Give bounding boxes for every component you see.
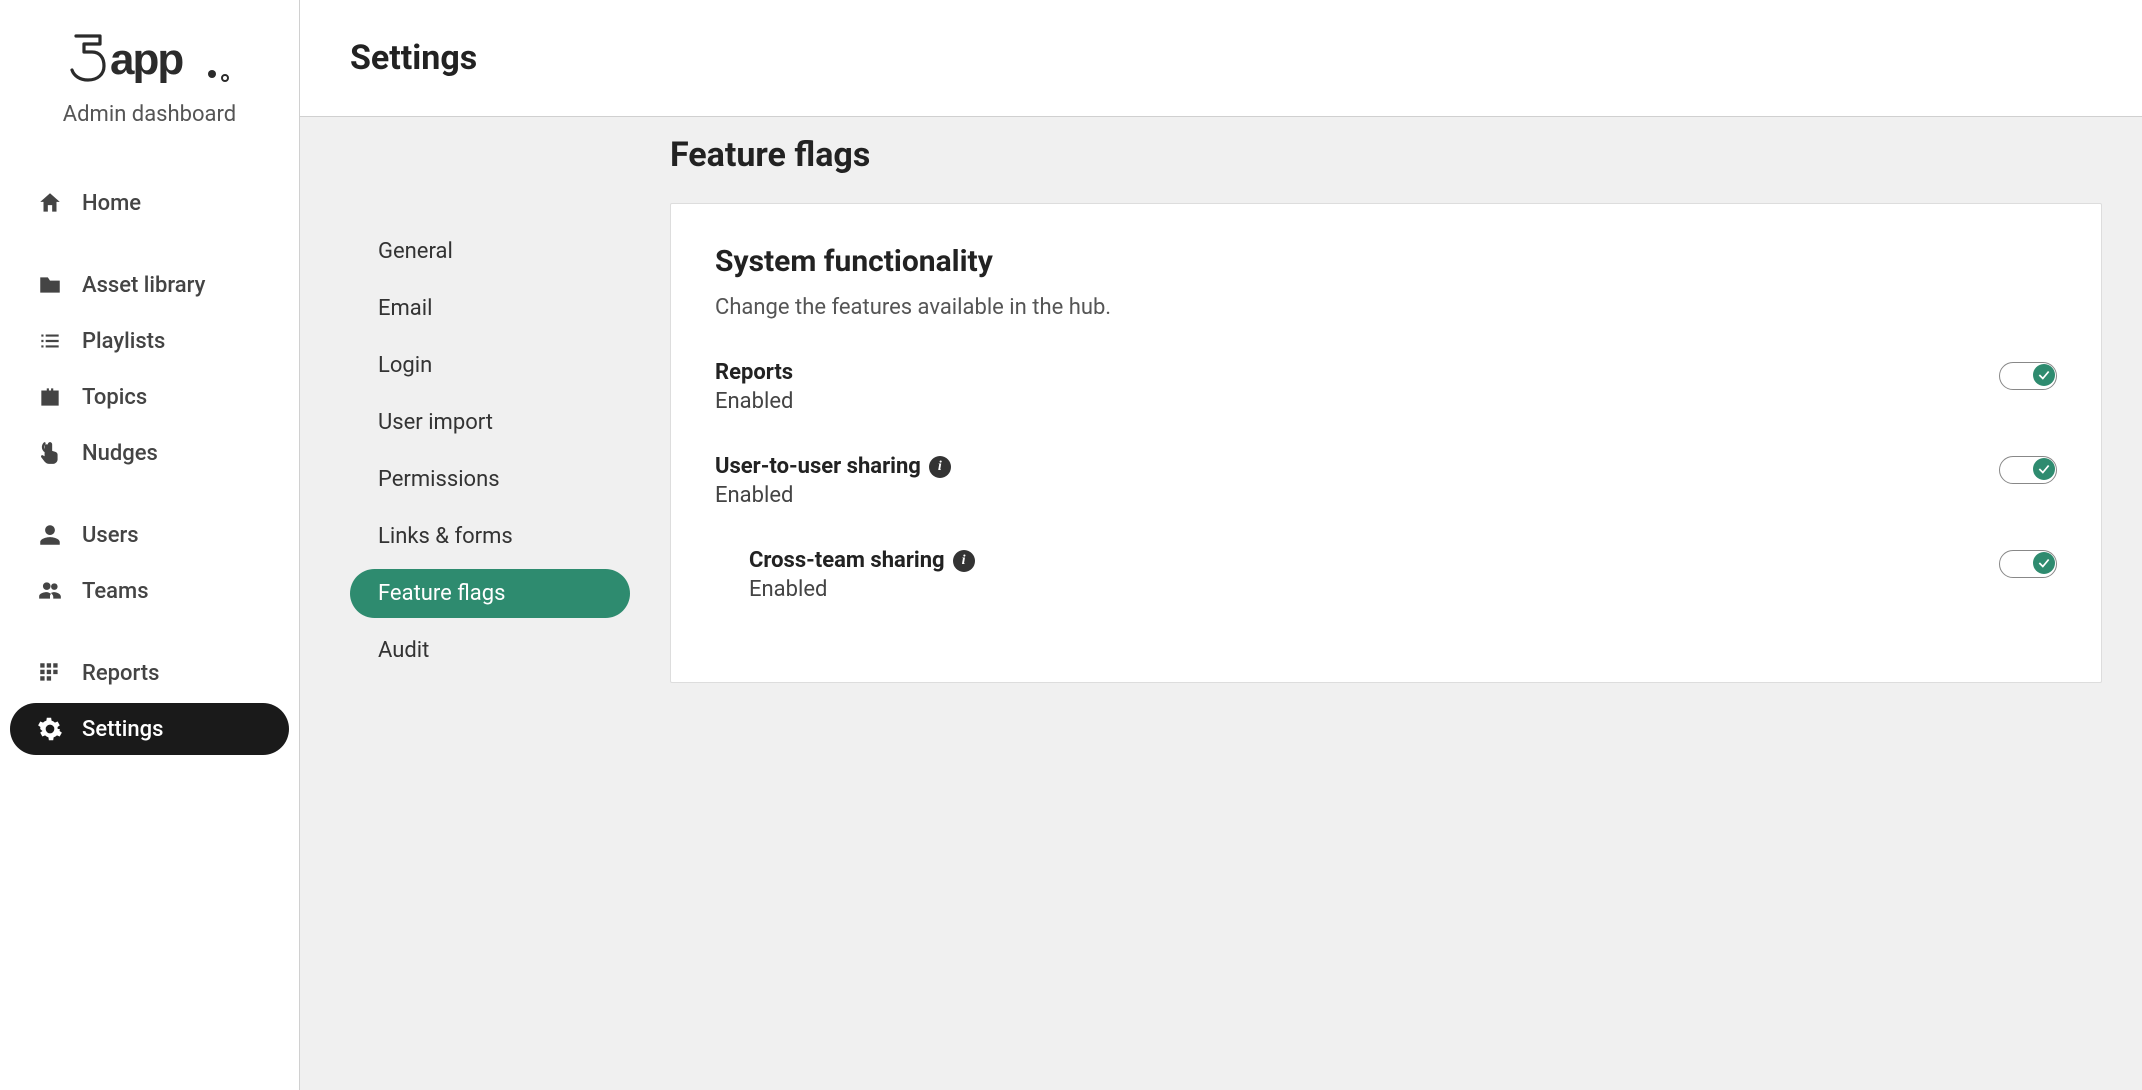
- feature-row-cross-team-sharing: Cross-team sharing i Enabled: [715, 548, 2057, 602]
- sidebar-item-label: Teams: [82, 579, 149, 604]
- feature-status: Enabled: [749, 577, 1979, 602]
- sidebar: app Admin dashboard Home Asset library: [0, 0, 300, 1090]
- check-icon: [2033, 458, 2055, 480]
- toggle-reports[interactable]: [1999, 362, 2057, 390]
- toggle-user-sharing[interactable]: [1999, 456, 2057, 484]
- brand-logo: app: [70, 30, 230, 96]
- pointer-icon: [36, 439, 64, 467]
- list-icon: [36, 327, 64, 355]
- subnav-item-user-import[interactable]: User import: [350, 398, 630, 447]
- section-description: Change the features available in the hub…: [715, 295, 2057, 320]
- feature-status: Enabled: [715, 483, 1979, 508]
- check-icon: [2033, 552, 2055, 574]
- admin-subtitle: Admin dashboard: [30, 102, 269, 127]
- detail-column: Feature flags System functionality Chang…: [670, 117, 2142, 1090]
- feature-info: User-to-user sharing i Enabled: [715, 454, 1979, 508]
- home-icon: [36, 189, 64, 217]
- logo-svg: app: [70, 30, 230, 84]
- info-icon[interactable]: i: [929, 456, 951, 478]
- check-icon: [2033, 364, 2055, 386]
- gear-icon: [36, 715, 64, 743]
- briefcase-icon: [36, 383, 64, 411]
- subnav-item-links-forms[interactable]: Links & forms: [350, 512, 630, 561]
- feature-label: Reports: [715, 360, 1979, 385]
- topbar: Settings: [300, 0, 2142, 117]
- subnav-item-permissions[interactable]: Permissions: [350, 455, 630, 504]
- sidebar-item-label: Topics: [82, 385, 147, 410]
- sidebar-item-label: Nudges: [82, 441, 158, 466]
- feature-label: Cross-team sharing i: [749, 548, 1979, 573]
- subnav-item-label: Permissions: [378, 467, 500, 492]
- feature-row-user-sharing: User-to-user sharing i Enabled: [715, 454, 2057, 508]
- sidebar-item-asset-library[interactable]: Asset library: [10, 259, 289, 311]
- sidebar-item-settings[interactable]: Settings: [10, 703, 289, 755]
- sidebar-item-home[interactable]: Home: [10, 177, 289, 229]
- sidebar-item-label: Settings: [82, 717, 163, 742]
- system-functionality-card: System functionality Change the features…: [670, 203, 2102, 683]
- feature-info: Reports Enabled: [715, 360, 1979, 414]
- subnav-item-label: Email: [378, 296, 432, 321]
- feature-info: Cross-team sharing i Enabled: [749, 548, 1979, 602]
- subnav-item-label: General: [378, 239, 453, 264]
- subnav-item-label: User import: [378, 410, 493, 435]
- feature-status: Enabled: [715, 389, 1979, 414]
- subnav-item-audit[interactable]: Audit: [350, 626, 630, 675]
- main-content: Settings General Email Login User import…: [300, 0, 2142, 1090]
- subnav-item-label: Feature flags: [378, 581, 505, 606]
- page-title: Settings: [350, 38, 2092, 78]
- user-icon: [36, 521, 64, 549]
- subnav-item-label: Links & forms: [378, 524, 513, 549]
- settings-subnav: General Email Login User import Permissi…: [350, 227, 630, 675]
- settings-subnav-column: General Email Login User import Permissi…: [300, 117, 670, 1090]
- grid-icon: [36, 659, 64, 687]
- sidebar-item-playlists[interactable]: Playlists: [10, 315, 289, 367]
- feature-label: User-to-user sharing i: [715, 454, 1979, 479]
- info-icon[interactable]: i: [953, 550, 975, 572]
- subnav-item-general[interactable]: General: [350, 227, 630, 276]
- users-icon: [36, 577, 64, 605]
- sidebar-item-label: Playlists: [82, 329, 165, 354]
- logo-area: app Admin dashboard: [0, 30, 299, 157]
- sidebar-item-teams[interactable]: Teams: [10, 565, 289, 617]
- section-title: System functionality: [715, 244, 2057, 279]
- subnav-item-feature-flags[interactable]: Feature flags: [350, 569, 630, 618]
- sidebar-item-reports[interactable]: Reports: [10, 647, 289, 699]
- sidebar-item-nudges[interactable]: Nudges: [10, 427, 289, 479]
- sidebar-item-topics[interactable]: Topics: [10, 371, 289, 423]
- subnav-item-login[interactable]: Login: [350, 341, 630, 390]
- subnav-item-email[interactable]: Email: [350, 284, 630, 333]
- detail-heading: Feature flags: [670, 135, 2102, 175]
- folder-icon: [36, 271, 64, 299]
- primary-nav: Home Asset library Playlists Topics: [0, 157, 299, 775]
- toggle-cross-team-sharing[interactable]: [1999, 550, 2057, 578]
- sidebar-item-label: Users: [82, 523, 139, 548]
- sidebar-item-label: Reports: [82, 661, 159, 686]
- sidebar-item-users[interactable]: Users: [10, 509, 289, 561]
- subnav-item-label: Audit: [378, 638, 429, 663]
- subnav-item-label: Login: [378, 353, 432, 378]
- sidebar-item-label: Home: [82, 191, 141, 216]
- content-area: General Email Login User import Permissi…: [300, 117, 2142, 1090]
- svg-text:app: app: [110, 35, 183, 84]
- sidebar-item-label: Asset library: [82, 273, 205, 298]
- feature-row-reports: Reports Enabled: [715, 360, 2057, 414]
